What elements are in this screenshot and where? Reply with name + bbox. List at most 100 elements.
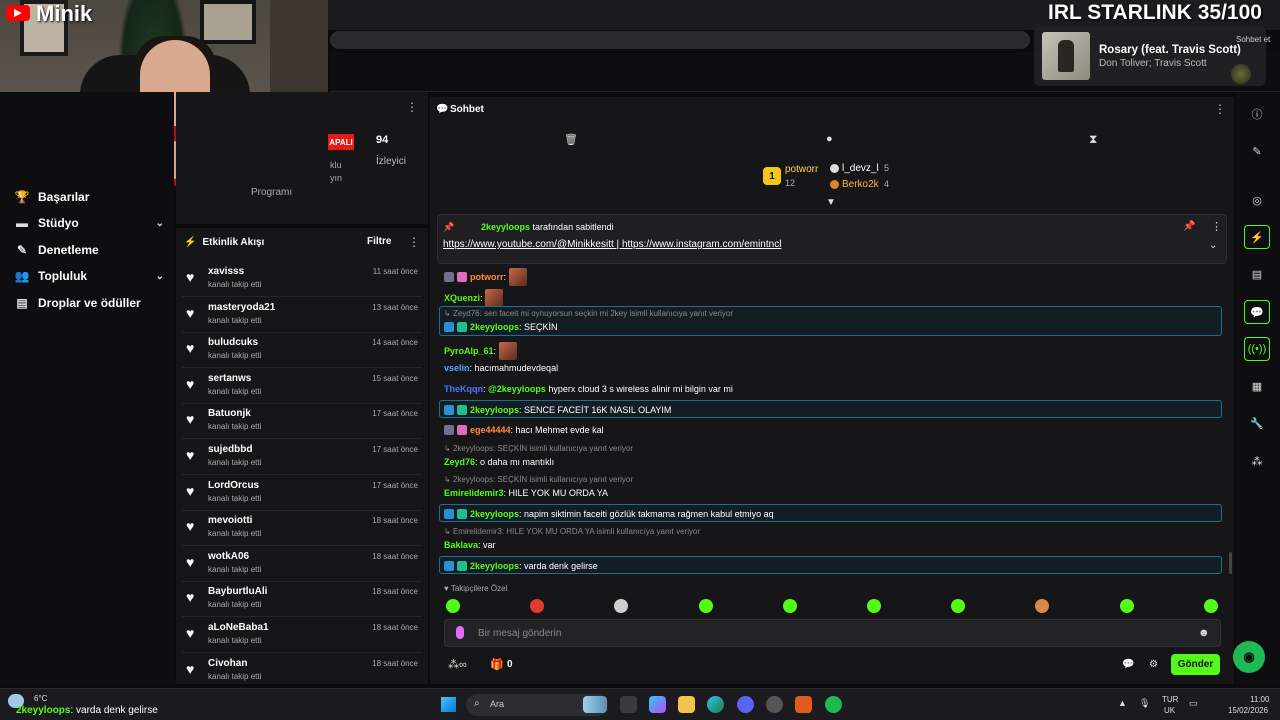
quick-emote-icon[interactable]	[782, 599, 797, 613]
follower-name[interactable]: xavisss	[208, 266, 244, 277]
chat-username[interactable]: potworr	[470, 272, 504, 282]
search-highlight-icon[interactable]	[583, 696, 607, 713]
hourglass-icon[interactable]: ⧗	[1089, 132, 1097, 147]
follower-name[interactable]: LordOrcus	[208, 480, 259, 491]
sidebar-item[interactable]: ✎ Denetleme	[14, 240, 164, 260]
pinned-link[interactable]: https://www.instagram.com/emintncl	[622, 239, 782, 250]
follower-name[interactable]: wotkA06	[208, 551, 249, 562]
activity-item[interactable]: ♥ BayburtluAli kanalı takip etti 18 saat ön…	[182, 583, 422, 618]
follower-name[interactable]: masteryoda21	[208, 302, 275, 313]
chat-username[interactable]: Baklava	[444, 540, 478, 550]
wrench-icon[interactable]: 🔧	[1244, 411, 1270, 435]
activity-item[interactable]: ♥ buludcuks kanalı takip etti 14 saat önce	[182, 334, 422, 369]
copilot-icon[interactable]	[649, 696, 666, 713]
chat-username[interactable]: Zeyd76	[444, 457, 475, 467]
notes-icon[interactable]: ▤	[1244, 262, 1270, 286]
activity-item[interactable]: ♥ Civohan kanalı takip etti 18 saat önce	[182, 655, 422, 689]
windows-start-icon[interactable]	[441, 697, 456, 712]
quick-emote-icon[interactable]	[446, 599, 460, 613]
chat-scrollbar[interactable]	[1229, 552, 1232, 574]
chat-username[interactable]: Emirelidemir3	[444, 488, 504, 498]
chat-username[interactable]: vselin	[444, 363, 470, 373]
unpin-icon[interactable]: 📌	[1183, 221, 1195, 232]
follower-name[interactable]: Batuonjk	[208, 408, 251, 419]
reply-context[interactable]: ↳ 2keyyloops: SEÇKİN isimli kullanıcıya …	[444, 475, 633, 484]
chat-username[interactable]: 2keyyloops	[470, 405, 519, 415]
clock-time[interactable]: 11:00	[1250, 695, 1269, 704]
chevron-down-icon[interactable]: ⌄	[1209, 240, 1217, 251]
steam-icon[interactable]	[766, 696, 783, 713]
chat-users-icon[interactable]: 💬	[1122, 659, 1134, 670]
collapse-icon[interactable]: ▼	[826, 197, 836, 208]
chat-bubble-icon[interactable]: ●	[826, 133, 833, 145]
broadcast-icon[interactable]: ((•))	[1244, 337, 1270, 361]
gift-icon[interactable]: 🎁	[490, 658, 504, 671]
follower-name[interactable]: aLoNeBaba1	[208, 622, 269, 633]
follower-name[interactable]: Civohan	[208, 658, 247, 669]
emoji-icon[interactable]: ☻	[1198, 627, 1210, 639]
reply-context[interactable]: ↳ Zeyd76: sen faceit mi oynuyorsun seçki…	[444, 309, 733, 318]
clock-date[interactable]: 15/02/2026	[1228, 706, 1268, 715]
obs-app-icon[interactable]	[795, 696, 812, 713]
quick-emote-icon[interactable]	[867, 599, 881, 613]
share-icon[interactable]: ⁂	[1244, 449, 1270, 473]
stats-menu-icon[interactable]: ⋮	[406, 100, 418, 114]
address-bar[interactable]	[330, 31, 1030, 49]
sidebar-item[interactable]: ▬ Stüdyo ⌄	[14, 213, 164, 233]
network-icon[interactable]: ▭	[1189, 698, 1198, 709]
discord-icon[interactable]	[737, 696, 754, 713]
chat-username[interactable]: TheKqqn	[444, 384, 483, 394]
leaderboard-name[interactable]: Berko2k	[842, 179, 879, 190]
chevron-down-icon[interactable]: ⌄	[156, 271, 164, 282]
activity-menu-icon[interactable]: ⋮	[408, 235, 420, 249]
follower-name[interactable]: sujedbbd	[208, 444, 252, 455]
language-indicator[interactable]: TUR	[1162, 695, 1178, 704]
activity-item[interactable]: ♥ sertanws kanalı takip etti 15 saat önce	[182, 370, 422, 404]
follower-name[interactable]: buludcuks	[208, 337, 258, 348]
chat-menu-icon[interactable]: ⋮	[1214, 102, 1226, 116]
activity-item[interactable]: ♥ xavisss kanalı takip etti 11 saat önce	[182, 263, 422, 297]
mic-tray-icon[interactable]: 🎙	[1139, 698, 1150, 709]
follower-name[interactable]: mevoiotti	[208, 515, 252, 526]
chat-username[interactable]: XQuenzi	[444, 293, 480, 303]
activity-item[interactable]: ♥ Batuonjk kanalı takip etti 17 saat önce	[182, 405, 422, 440]
sidebar-item[interactable]: ▤ Droplar ve ödüller	[14, 293, 164, 313]
chat-rail-icon[interactable]: 💬	[1244, 300, 1270, 324]
pinned-user[interactable]: 2keyyloops	[481, 222, 530, 232]
chat-username[interactable]: PyroAlp_61	[444, 346, 494, 356]
send-button[interactable]: Gönder	[1171, 654, 1220, 675]
folder-icon[interactable]	[678, 696, 695, 713]
pinned-link[interactable]: https://www.youtube.com/@Minikkesitt	[443, 239, 614, 250]
reply-context[interactable]: ↳ 2keyyloops: SEÇKİN isimli kullanıcıya …	[444, 444, 633, 453]
activity-item[interactable]: ♥ mevoiotti kanalı takip etti 18 saat önce	[182, 512, 422, 547]
mini-chat-label[interactable]: Sohbet et	[1236, 35, 1270, 44]
activity-filter-button[interactable]: Filtre	[367, 236, 391, 247]
sidebar-item[interactable]: 👥 Topluluk ⌄	[14, 266, 164, 286]
task-view-icon[interactable]	[620, 696, 637, 713]
layout-icon[interactable]: ▦	[1244, 374, 1270, 398]
quick-emote-icon[interactable]	[698, 599, 713, 613]
follower-name[interactable]: BayburtluAli	[208, 586, 267, 597]
activity-item[interactable]: ♥ LordOrcus kanalı takip etti 17 saat önce	[182, 477, 422, 511]
chevron-up-icon[interactable]: ▲	[1118, 698, 1127, 708]
support-icon[interactable]: ◉	[1233, 641, 1265, 673]
activity-item[interactable]: ♥ masteryoda21 kanalı takip etti 13 saat ön…	[182, 299, 422, 333]
follower-name[interactable]: sertanws	[208, 373, 251, 384]
activity-item[interactable]: ♥ aLoNeBaba1 kanalı takip etti 18 saat önce	[182, 619, 422, 653]
channel-points-icon[interactable]: ⁂∞	[448, 658, 467, 671]
edit-icon[interactable]: ✎	[1244, 139, 1270, 163]
trash-icon[interactable]: 🗑	[564, 133, 578, 146]
activity-item[interactable]: ♥ wotkA06 kanalı takip etti 18 saat önce	[182, 548, 422, 582]
edge-icon[interactable]	[707, 696, 724, 713]
lightning-icon[interactable]: ⚡	[1244, 225, 1270, 249]
quick-emote-icon[interactable]	[1119, 599, 1134, 613]
chat-username[interactable]: 2keyyloops	[470, 322, 519, 332]
mic-icon[interactable]	[456, 626, 464, 639]
camera-icon[interactable]: ◎	[1244, 188, 1270, 212]
sidebar-item[interactable]: 🏆 Başarılar	[14, 187, 164, 207]
activity-item[interactable]: ♥ sujedbbd kanalı takip etti 17 saat önce	[182, 441, 422, 475]
info-icon[interactable]: ⓘ	[1244, 102, 1270, 126]
keyboard-layout[interactable]: UK	[1164, 706, 1175, 715]
leaderboard-name[interactable]: potworr	[785, 164, 818, 175]
quick-emote-icon[interactable]	[1203, 599, 1218, 613]
